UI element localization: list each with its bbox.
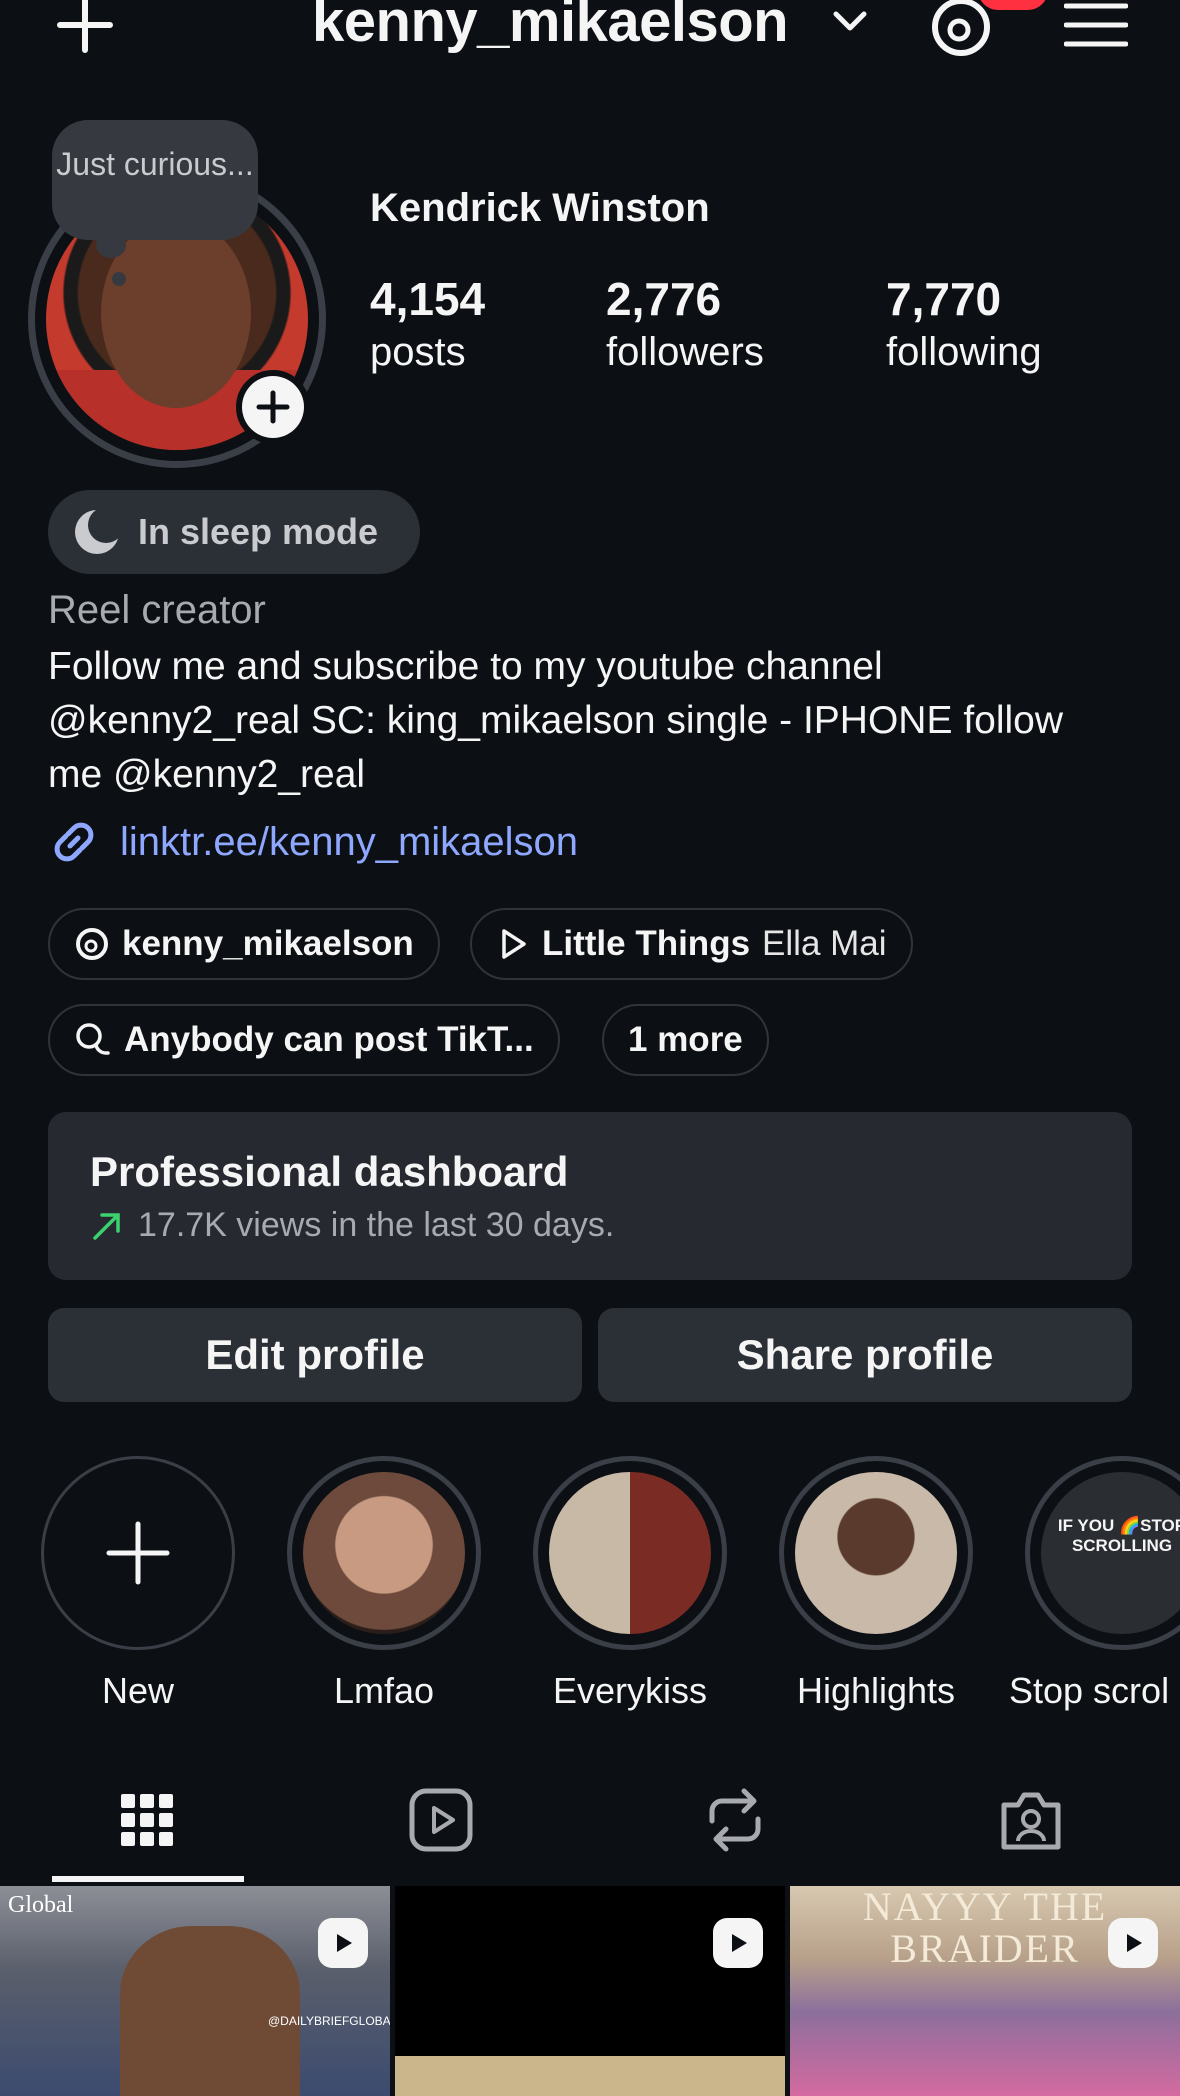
add-story-button[interactable] — [236, 370, 310, 444]
highlight-cover-text: IF YOU 🌈STOP SCROLLING — [1041, 1472, 1180, 1634]
reels-icon — [409, 1788, 473, 1852]
community-chip-label: Anybody can post TikT... — [124, 1020, 534, 1059]
reposts-icon — [709, 1788, 761, 1852]
professional-dashboard[interactable]: Professional dashboard 17.7K views in th… — [48, 1112, 1132, 1280]
display-name: Kendrick Winston — [370, 186, 710, 230]
post-brand-text: Global — [8, 1892, 74, 1918]
reel-icon — [713, 1918, 763, 1968]
plus-icon — [106, 1521, 170, 1585]
followers-label[interactable]: followers — [606, 330, 764, 375]
grid-icon — [121, 1794, 173, 1846]
chevron-down-icon[interactable] — [832, 8, 868, 36]
posts-label[interactable]: posts — [370, 330, 466, 375]
more-chip-label: 1 more — [628, 1020, 743, 1059]
grid-post-1[interactable]: Global @DAILYBRIEFGLOBAL — [0, 1886, 390, 2096]
bio-text: Follow me and subscribe to my youtube ch… — [48, 645, 1064, 796]
highlight-label: Stop scrol — [1009, 1670, 1170, 1711]
music-artist: Ella Mai — [762, 924, 887, 963]
followers-count[interactable]: 2,776 — [606, 272, 721, 326]
highlight-lmfao[interactable]: Lmfao — [287, 1456, 481, 1712]
highlight-label: Highlights — [796, 1670, 956, 1711]
note-bubble[interactable]: Just curious... — [52, 120, 258, 240]
moon-icon — [75, 507, 122, 554]
share-profile-button[interactable]: Share profile — [598, 1308, 1132, 1402]
reel-icon — [318, 1918, 368, 1968]
grid-post-2[interactable] — [395, 1886, 785, 2096]
trend-up-icon — [93, 1212, 120, 1240]
status-pill[interactable]: In sleep mode — [48, 490, 420, 574]
bio-link[interactable]: linktr.ee/kenny_mikaelson — [48, 816, 578, 868]
highlight-new[interactable]: New — [41, 1456, 235, 1712]
tagged-icon — [1001, 1792, 1061, 1850]
highlight-stop-scrolling[interactable]: IF YOU 🌈STOP SCROLLING Stop scrol — [1009, 1456, 1180, 1712]
highlight-everykiss[interactable]: Everykiss — [533, 1456, 727, 1712]
category-label: Reel creator — [48, 588, 266, 632]
dashboard-subtitle: 17.7K views in the last 30 days. — [138, 1206, 615, 1244]
community-chip[interactable]: Anybody can post TikT... — [48, 1004, 560, 1076]
following-label[interactable]: following — [886, 330, 1042, 375]
post-handle-text: @DAILYBRIEFGLOBAL — [268, 2014, 390, 2028]
active-tab-indicator — [52, 1876, 244, 1882]
reel-icon — [1108, 1918, 1158, 1968]
highlight-label: Everykiss — [552, 1670, 708, 1711]
highlight-highlights[interactable]: Highlights — [779, 1456, 973, 1712]
more-chip[interactable]: 1 more — [602, 1004, 769, 1076]
tab-tagged[interactable] — [991, 1780, 1071, 1860]
play-icon — [502, 929, 526, 959]
highlight-label: New — [101, 1670, 175, 1711]
status-label: In sleep mode — [138, 511, 379, 552]
profile-username[interactable]: kenny_mikaelson — [312, 0, 789, 55]
music-title: Little Things — [542, 924, 751, 963]
tab-reposts[interactable] — [695, 1780, 775, 1860]
threads-chip[interactable]: kenny_mikaelson — [48, 908, 440, 980]
threads-icon — [76, 928, 108, 960]
tab-reels[interactable] — [401, 1780, 481, 1860]
dashboard-title: Professional dashboard — [90, 1148, 569, 1195]
menu-icon[interactable] — [1064, 0, 1128, 50]
music-chip[interactable]: Little Things Ella Mai — [470, 908, 913, 980]
plus-icon — [256, 390, 290, 424]
grid-post-3[interactable]: NAYYY THE BRAIDER — [790, 1886, 1180, 2096]
chat-bubbles-icon — [76, 1023, 110, 1055]
create-plus-icon[interactable] — [50, 0, 120, 55]
highlight-label: Lmfao — [333, 1670, 435, 1711]
tab-grid[interactable] — [107, 1780, 187, 1860]
edit-profile-button[interactable]: Edit profile — [48, 1308, 582, 1402]
following-count[interactable]: 7,770 — [886, 272, 1001, 326]
link-icon — [54, 822, 94, 862]
threads-chip-label: kenny_mikaelson — [122, 924, 414, 963]
posts-count[interactable]: 4,154 — [370, 272, 485, 326]
bio-link-text[interactable]: linktr.ee/kenny_mikaelson — [120, 820, 578, 865]
threads-icon[interactable] — [928, 0, 994, 60]
